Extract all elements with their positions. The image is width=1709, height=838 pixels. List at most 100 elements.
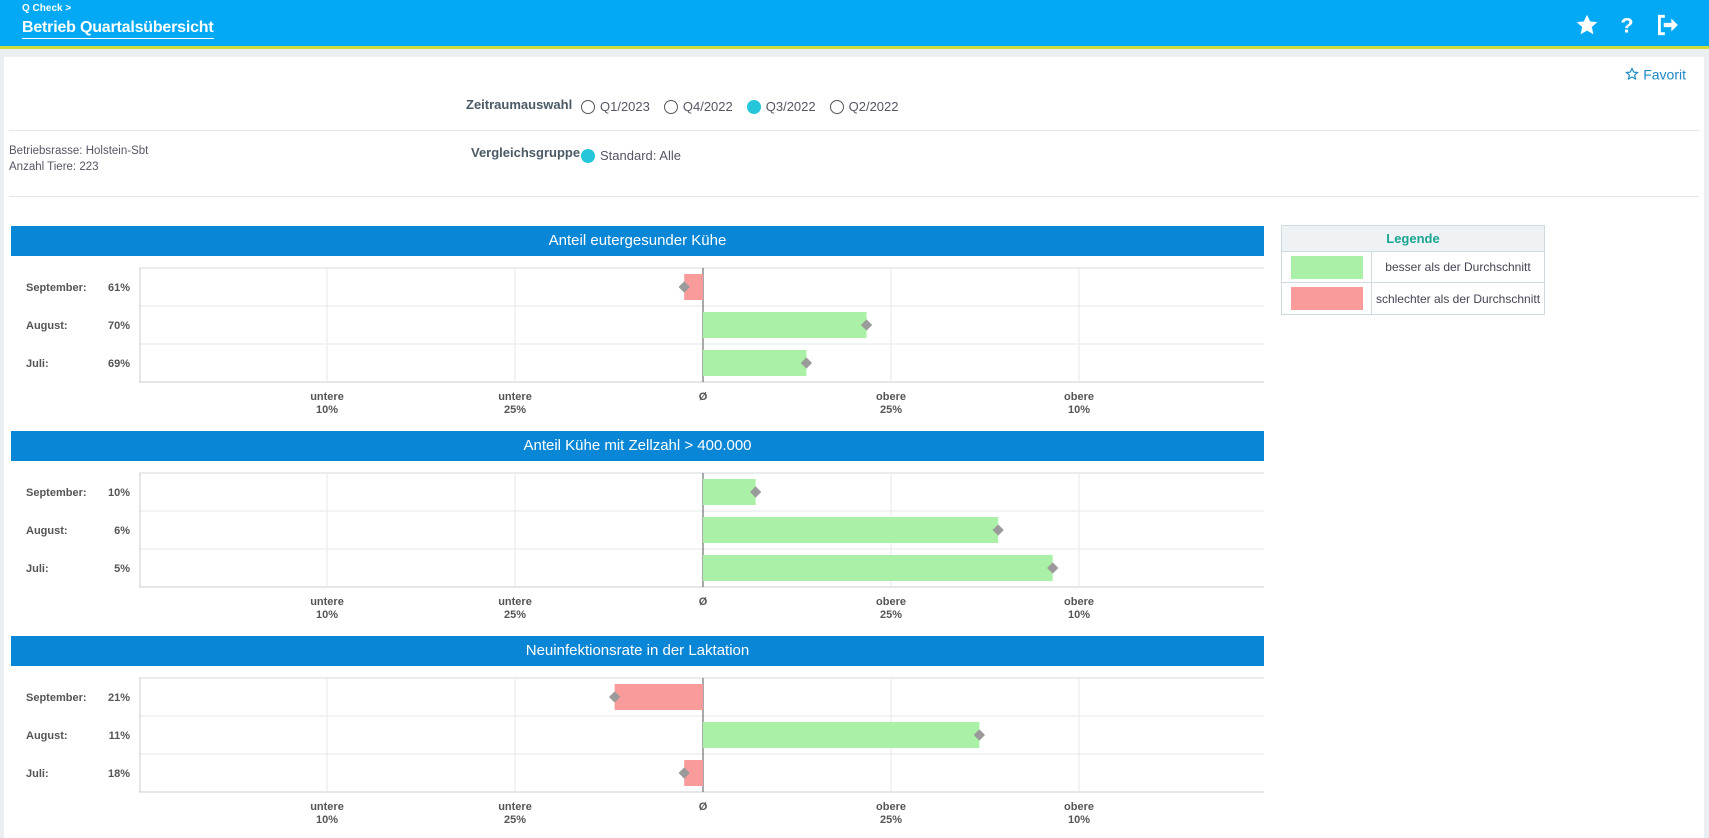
row-value-label: 5% bbox=[114, 563, 130, 575]
farm-info: Betriebsrasse: Holstein-Sbt Anzahl Tiere… bbox=[9, 143, 148, 175]
x-tick-label: untere bbox=[498, 801, 532, 813]
x-tick-label: 25% bbox=[880, 814, 902, 826]
logout-icon[interactable] bbox=[1654, 12, 1680, 38]
x-tick-label: 10% bbox=[316, 814, 338, 826]
row-month-label: August: bbox=[26, 525, 68, 537]
x-tick-label: obere bbox=[876, 596, 906, 608]
x-tick-label: untere bbox=[498, 596, 532, 608]
period-radio-q4-2022[interactable]: Q4/2022 bbox=[663, 99, 733, 114]
chart-plot: September: 61%August: 70%Juli: 69%untere10%… bbox=[26, 267, 1264, 416]
period-options: Q1/2023 Q4/2022 Q3/2022 Q2/2022 bbox=[581, 99, 913, 114]
farm-animals: Anzahl Tiere: 223 bbox=[9, 161, 99, 173]
x-tick-label: Ø bbox=[699, 391, 708, 403]
legend-label: schlechter als der Durchschnitt bbox=[1375, 291, 1541, 306]
x-tick-label: 25% bbox=[504, 609, 526, 621]
radio-dot[interactable] bbox=[663, 99, 678, 114]
radio-label: Q1/2023 bbox=[600, 99, 650, 114]
x-tick-label: obere bbox=[1064, 596, 1094, 608]
legend-item: schlechter als der Durchschnitt bbox=[1282, 283, 1544, 314]
x-tick-label: obere bbox=[876, 801, 906, 813]
legend-label: besser als der Durchschnitt bbox=[1385, 260, 1531, 274]
star-icon[interactable] bbox=[1574, 12, 1600, 38]
chart-title: Anteil eutergesunder Kühe bbox=[11, 226, 1264, 256]
row-month-label: Juli: bbox=[26, 768, 49, 780]
x-tick-label: untere bbox=[310, 801, 344, 813]
legend-swatch-worse bbox=[1290, 287, 1363, 310]
svg-text:?: ? bbox=[1620, 13, 1633, 38]
divider bbox=[9, 130, 1699, 131]
radio-label: Standard: Alle bbox=[600, 148, 681, 163]
x-tick-label: 10% bbox=[1068, 814, 1090, 826]
radio-dot-selected[interactable] bbox=[581, 148, 595, 163]
radio-label: Q3/2022 bbox=[765, 99, 816, 114]
x-tick-label: Ø bbox=[699, 801, 708, 813]
x-tick-label: obere bbox=[1064, 391, 1094, 403]
period-radio-q2-2022[interactable]: Q2/2022 bbox=[829, 99, 899, 114]
row-value-label: 11% bbox=[109, 730, 131, 742]
bar-better bbox=[703, 350, 807, 376]
breadcrumb[interactable]: Q Check > bbox=[22, 3, 71, 14]
bar-better bbox=[703, 517, 999, 543]
period-radio-q3-2022[interactable]: Q3/2022 bbox=[746, 99, 816, 114]
row-month-label: August: bbox=[26, 320, 68, 332]
row-value-label: 6% bbox=[114, 525, 130, 537]
page-title: Betrieb Quartalsübersicht bbox=[22, 19, 214, 39]
help-icon[interactable]: ? bbox=[1614, 12, 1640, 38]
chart-udder-health: Anteil eutergesunder Kühe September: 61% A… bbox=[11, 226, 1264, 418]
radio-label: Q2/2022 bbox=[848, 99, 899, 114]
farm-breed: Betriebsrasse: Holstein-Sbt bbox=[9, 145, 149, 157]
row-month-label: Juli: bbox=[26, 563, 49, 575]
x-tick-label: obere bbox=[876, 391, 906, 403]
legend-item: besser als der Durchschnitt bbox=[1282, 252, 1544, 283]
chart-plot: September: 10%August: 6%Juli: 5%untere10%un… bbox=[26, 472, 1264, 621]
app-header: Q Check > Betrieb Quartalsübersicht ? bbox=[0, 0, 1709, 49]
bar-better bbox=[703, 722, 980, 748]
row-month-label: August: bbox=[26, 730, 68, 742]
period-label: Zeitraumauswahl bbox=[466, 97, 573, 112]
chart-title: Neuinfektionsrate in der Laktation bbox=[11, 636, 1264, 666]
radio-dot[interactable] bbox=[581, 99, 595, 114]
star-outline-icon bbox=[1625, 67, 1640, 81]
x-tick-label: 10% bbox=[316, 609, 338, 621]
radio-dot-selected[interactable] bbox=[746, 99, 761, 114]
favorite-button[interactable]: Favorit bbox=[1625, 65, 1686, 82]
bar-better bbox=[703, 312, 867, 338]
x-tick-label: untere bbox=[310, 596, 344, 608]
radio-dot[interactable] bbox=[829, 99, 844, 114]
x-tick-label: 10% bbox=[316, 404, 338, 416]
row-value-label: 61% bbox=[108, 282, 130, 294]
bar-better bbox=[703, 479, 756, 505]
row-value-label: 21% bbox=[108, 692, 130, 704]
legend-swatch-cell bbox=[1282, 283, 1372, 314]
bar-worse bbox=[614, 684, 703, 710]
x-tick-label: 25% bbox=[880, 404, 902, 416]
x-tick-label: 25% bbox=[504, 814, 526, 826]
radio-label: Q4/2022 bbox=[682, 99, 733, 114]
x-tick-label: untere bbox=[498, 391, 532, 403]
row-value-label: 70% bbox=[108, 320, 130, 332]
bar-better bbox=[703, 555, 1053, 581]
legend-swatch-better bbox=[1290, 255, 1363, 279]
period-radio-q1-2023[interactable]: Q1/2023 bbox=[581, 99, 650, 114]
x-tick-label: 25% bbox=[504, 404, 526, 416]
comparison-radio-standard[interactable]: Standard: Alle bbox=[581, 148, 681, 163]
legend-swatch-cell bbox=[1282, 252, 1372, 282]
row-value-label: 10% bbox=[108, 487, 130, 499]
x-tick-label: obere bbox=[1064, 801, 1094, 813]
x-tick-label: 10% bbox=[1068, 609, 1090, 621]
row-month-label: September: bbox=[26, 487, 87, 499]
chart-new-infection: Neuinfektionsrate in der Laktation Septe… bbox=[11, 636, 1264, 828]
row-value-label: 69% bbox=[108, 358, 130, 370]
row-value-label: 18% bbox=[108, 768, 130, 780]
comparison-options: Standard: Alle bbox=[581, 148, 695, 163]
chart-title: Anteil Kühe mit Zellzahl > 400.000 bbox=[11, 431, 1264, 461]
x-tick-label: Ø bbox=[699, 596, 708, 608]
divider bbox=[9, 196, 1699, 197]
row-month-label: Juli: bbox=[26, 358, 49, 370]
x-tick-label: untere bbox=[310, 391, 344, 403]
row-month-label: September: bbox=[26, 282, 87, 294]
chart-plot: September: 21%August: 11%Juli: 18%untere10%… bbox=[26, 677, 1264, 826]
x-tick-label: 10% bbox=[1068, 404, 1090, 416]
favorite-label: Favorit bbox=[1643, 66, 1686, 83]
row-month-label: September: bbox=[26, 692, 87, 704]
